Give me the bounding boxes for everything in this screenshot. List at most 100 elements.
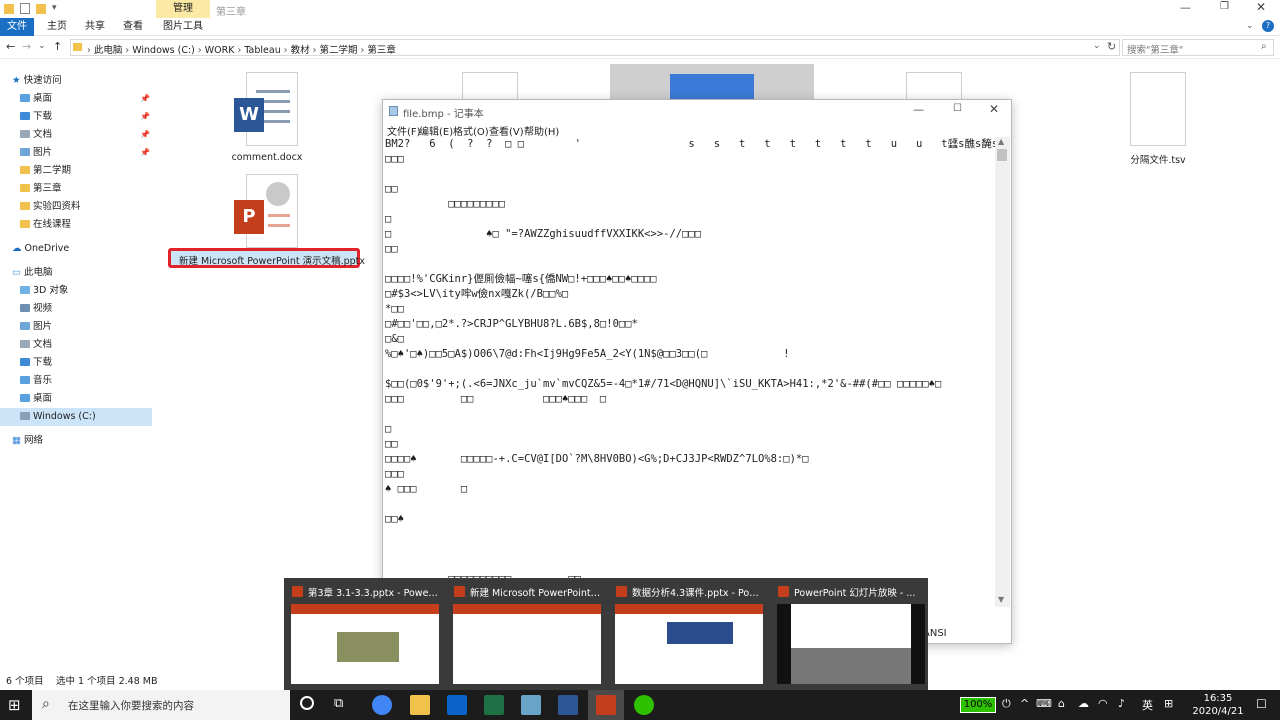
nav-this-pc[interactable]: ▭ 此电脑 [12, 264, 53, 282]
menu-edit[interactable]: 编辑(E) [419, 123, 453, 138]
nav-item-music[interactable]: 音乐 [20, 372, 52, 390]
breadcrumb-chapter-three[interactable]: 第三章 [367, 45, 396, 56]
menu-format[interactable]: 格式(O) [453, 123, 489, 138]
breadcrumb-textbook[interactable]: 教材 [291, 45, 310, 56]
excel-icon[interactable] [484, 695, 504, 715]
nav-item-pc-documents[interactable]: 文档 [20, 336, 52, 354]
nav-item-chapter-three[interactable]: 第三章 [20, 180, 62, 198]
breadcrumb-tableau[interactable]: Tableau [244, 45, 280, 56]
chevron-down-icon[interactable]: ⌄ [1246, 21, 1254, 31]
nav-item-second-semester[interactable]: 第二学期 [20, 162, 71, 180]
volume-icon[interactable]: ♪ [1118, 697, 1125, 710]
chrome-icon[interactable] [372, 695, 392, 715]
file-name-tsv[interactable]: 分隔文件.tsv [1112, 152, 1204, 166]
close-button[interactable]: ✕ [1256, 0, 1266, 14]
image-file-thumbnail[interactable] [610, 64, 814, 100]
ime-indicator[interactable]: 英 [1142, 697, 1153, 713]
tab-picture-tools[interactable]: 图片工具 [156, 18, 210, 36]
menu-view[interactable]: 查看(V) [489, 123, 524, 138]
file-icon[interactable] [462, 72, 518, 100]
tab-file[interactable]: 文件 [0, 18, 34, 36]
nav-network[interactable]: ▦ 网络 [12, 432, 43, 450]
notepad-minimize-button[interactable]: — [913, 103, 924, 116]
recent-locations-icon[interactable]: ⌄ [38, 41, 46, 51]
quick-access-dropdown-icon[interactable]: ▾ [52, 3, 57, 13]
file-explorer-icon[interactable] [410, 695, 430, 715]
breadcrumb-work[interactable]: WORK [205, 45, 235, 56]
clock[interactable]: 16:35 2020/4/21 [1190, 692, 1246, 718]
minimize-button[interactable]: — [1180, 1, 1191, 14]
network-status-icon[interactable]: ⌂ [1058, 697, 1065, 710]
properties-icon[interactable] [20, 3, 30, 14]
input-method-icon[interactable]: ⊞ [1164, 697, 1173, 710]
powerpoint-taskbar-active[interactable] [588, 690, 624, 720]
keyboard-icon[interactable]: ⌨ [1036, 697, 1052, 710]
nav-item-3d-objects[interactable]: 3D 对象 [20, 282, 68, 300]
wechat-icon[interactable] [634, 695, 654, 715]
wifi-icon[interactable]: ◠ [1098, 697, 1108, 710]
scrollbar-thumb[interactable] [997, 149, 1007, 161]
scroll-up-icon[interactable]: ▲ [998, 137, 1004, 146]
word-icon[interactable] [558, 695, 578, 715]
new-folder-icon[interactable] [36, 4, 46, 14]
notification-icon[interactable]: ☐ [1256, 697, 1267, 711]
help-icon[interactable]: ? [1262, 20, 1274, 32]
tab-share[interactable]: 共享 [78, 18, 112, 36]
cortana-icon[interactable] [300, 696, 314, 710]
tab-home[interactable]: 主页 [40, 18, 74, 36]
preview-window-3[interactable]: 数据分析4.3课件.pptx - Powe... [612, 582, 764, 686]
forward-arrow-icon[interactable]: → [22, 40, 31, 53]
address-bar[interactable]: › 此电脑 › Windows (C:) › WORK › Tableau › … [70, 39, 1120, 56]
onedrive-tray-icon[interactable]: ☁ [1078, 697, 1089, 710]
taskbar-search-box[interactable]: ⌕ 在这里输入你要搜索的内容 [32, 690, 290, 720]
preview-window-2[interactable]: 新建 Microsoft PowerPoint ... [450, 582, 602, 686]
nav-onedrive[interactable]: ☁ OneDrive [12, 240, 69, 258]
power-icon[interactable]: ⏻ [1002, 697, 1011, 711]
scroll-down-icon[interactable]: ▼ [998, 595, 1004, 604]
task-view-icon[interactable]: ⧉ [334, 696, 343, 711]
breadcrumb-this-pc[interactable]: 此电脑 [94, 45, 123, 56]
pptx-filename-highlight[interactable]: 新建 Microsoft PowerPoint 演示文稿.pptx [168, 248, 365, 268]
menu-help[interactable]: 帮助(H) [524, 123, 559, 138]
breadcrumb-windows-c[interactable]: Windows (C:) [132, 45, 195, 56]
preview-window-1[interactable]: 第3章 3.1-3.3.pptx - PowerP... [288, 582, 440, 686]
file-icon[interactable] [906, 72, 962, 100]
file-name-comment[interactable]: comment.docx [222, 152, 312, 163]
chevron-up-icon[interactable]: ^ [1020, 697, 1029, 710]
nav-item-desktop[interactable]: 桌面 [20, 90, 52, 108]
refresh-icon[interactable]: ↻ [1107, 40, 1116, 53]
notepad-window[interactable]: file.bmp - 记事本 — ☐ ✕ 文件(F) 编辑(E) 格式(O) 查… [382, 99, 1012, 644]
powerpoint-file-icon[interactable]: P [234, 174, 298, 248]
back-arrow-icon[interactable]: ← [6, 40, 15, 53]
search-input[interactable]: 搜索"第三章" ⌕ [1122, 39, 1274, 56]
outlook-icon[interactable] [447, 695, 467, 715]
notepad-maximize-button[interactable]: ☐ [953, 103, 962, 114]
tsv-file-icon[interactable] [1130, 72, 1186, 146]
address-dropdown-icon[interactable]: ⌄ [1093, 41, 1101, 51]
nav-item-pc-desktop[interactable]: 桌面 [20, 390, 52, 408]
nav-item-online-course[interactable]: 在线课程 [20, 216, 71, 234]
preview-window-4[interactable]: PowerPoint 幻灯片放映 - ... [774, 582, 926, 686]
nav-item-pictures[interactable]: 图片 [20, 144, 52, 162]
nav-quick-access[interactable]: ★ 快速访问 [12, 72, 62, 90]
battery-indicator[interactable]: 100% [960, 697, 996, 713]
nav-item-windows-c[interactable]: Windows (C:) [0, 408, 152, 426]
notepad-close-button[interactable]: ✕ [989, 102, 999, 116]
word-file-icon[interactable]: W [234, 72, 298, 146]
tableau-icon[interactable] [521, 695, 541, 715]
vertical-scrollbar[interactable]: ▲ ▼ [995, 137, 1010, 607]
notepad-text-area[interactable]: BM2? 6 ( ? ? □ □ ' s s t t t t t t u u t… [385, 137, 995, 637]
up-arrow-icon[interactable]: ↑ [53, 40, 62, 53]
manage-tab[interactable]: 管理 [156, 0, 210, 18]
breadcrumb-second-semester[interactable]: 第二学期 [319, 45, 357, 56]
nav-item-pc-pictures[interactable]: 图片 [20, 318, 52, 336]
tab-view[interactable]: 查看 [116, 18, 150, 36]
nav-item-videos[interactable]: 视频 [20, 300, 52, 318]
nav-item-documents[interactable]: 文档 [20, 126, 52, 144]
nav-item-downloads[interactable]: 下载 [20, 108, 52, 126]
nav-item-pc-downloads[interactable]: 下载 [20, 354, 52, 372]
maximize-button[interactable]: ❐ [1220, 1, 1229, 12]
menu-file[interactable]: 文件(F) [387, 123, 421, 138]
windows-start-icon[interactable]: ⊞ [8, 696, 21, 714]
nav-item-lab-four[interactable]: 实验四资料 [20, 198, 81, 216]
